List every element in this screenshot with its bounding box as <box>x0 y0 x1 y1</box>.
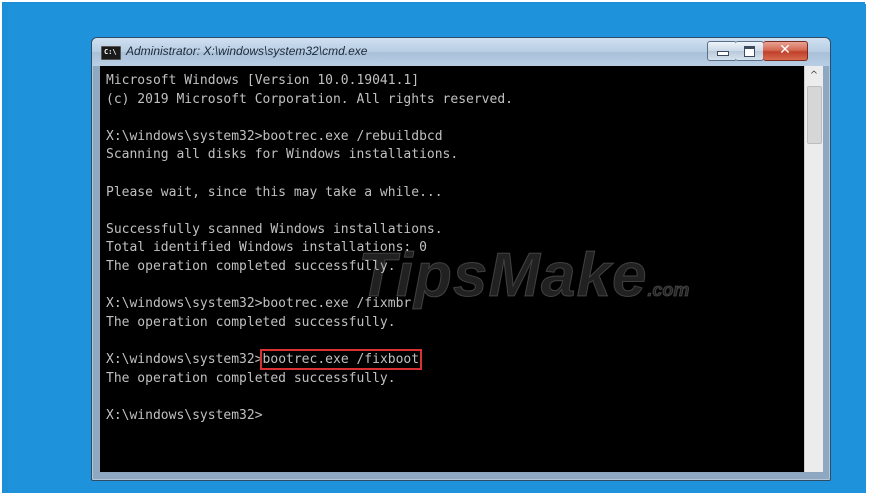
maximize-icon <box>744 46 755 57</box>
window-title: Administrator: X:\windows\system32\cmd.e… <box>126 44 368 58</box>
console-line-prompt-fixboot: X:\windows\system32>bootrec.exe /fixboot <box>106 348 804 370</box>
console-line: The operation completed successfully. <box>106 370 396 386</box>
vertical-scrollbar[interactable]: ^ <box>804 66 823 472</box>
console-line-current-prompt: X:\windows\system32> <box>106 407 263 423</box>
desktop-background: C:\ Administrator: X:\windows\system32\c… <box>8 4 866 493</box>
console-line: Scanning all disks for Windows installat… <box>106 147 459 163</box>
console-prompt: X:\windows\system32> <box>106 351 263 367</box>
highlighted-command: bootrec.exe /fixboot <box>259 348 423 370</box>
console-line: Microsoft Windows [Version 10.0.19041.1] <box>106 73 420 88</box>
close-icon: ✕ <box>779 42 791 58</box>
minimize-icon <box>717 51 729 56</box>
cmd-app-icon-text: C:\ <box>104 48 117 56</box>
console-line: (c) 2019 Microsoft Corporation. All righ… <box>106 91 513 107</box>
console-line: Successfully scanned Windows installatio… <box>106 221 443 237</box>
title-bar[interactable]: C:\ Administrator: X:\windows\system32\c… <box>92 38 830 66</box>
cmd-app-icon[interactable]: C:\ <box>101 46 121 60</box>
maximize-button[interactable] <box>735 41 764 61</box>
scroll-thumb[interactable] <box>807 86 822 144</box>
watermark-logo: TipsMake.com <box>357 240 690 311</box>
cmd-window: C:\ Administrator: X:\windows\system32\c… <box>91 37 831 481</box>
watermark-text: TipsMake <box>357 241 648 311</box>
console-line: The operation completed successfully. <box>106 314 396 330</box>
minimize-button[interactable] <box>707 41 737 61</box>
console-line: Please wait, since this may take a while… <box>106 184 443 200</box>
scroll-up-arrow-icon[interactable]: ^ <box>805 68 823 84</box>
close-button[interactable]: ✕ <box>763 41 808 61</box>
watermark-suffix: .com <box>647 280 690 301</box>
console-line: X:\windows\system32>bootrec.exe /rebuild… <box>106 128 443 144</box>
